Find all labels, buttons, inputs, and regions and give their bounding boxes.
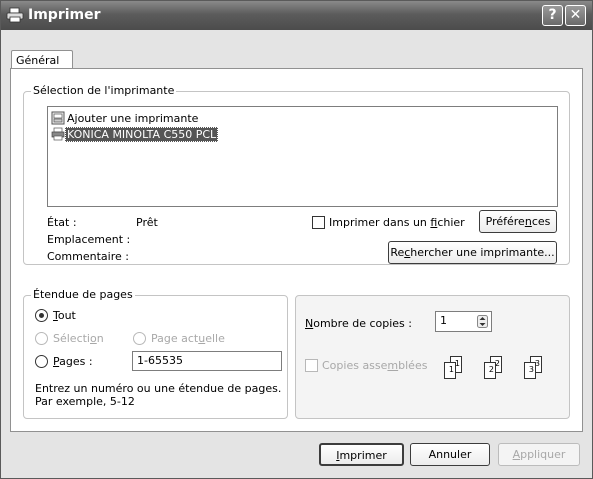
list-item-label: KONICA MINOLTA C550 PCL xyxy=(65,126,219,142)
title-bar[interactable]: Imprimer ? ✕ xyxy=(1,1,592,30)
page-range-hint-line2: Par exemple, 5-12 xyxy=(35,395,135,408)
list-item-label: Ajouter une imprimante xyxy=(67,111,199,125)
print-to-file-checkbox[interactable] xyxy=(312,216,325,229)
find-printer-button[interactable]: Rechercher une imprimante... xyxy=(388,241,557,264)
print-button[interactable]: Imprimer xyxy=(319,443,404,466)
add-printer-icon xyxy=(51,111,65,125)
copies-group: Nombre de copies : 1 Copies assemblées 1… xyxy=(295,295,570,419)
status-label: État : xyxy=(47,216,77,229)
radio-pages-label: Pages : xyxy=(53,355,93,368)
spin-icon[interactable] xyxy=(477,315,488,328)
radio-current-page-label: Page actuelle xyxy=(151,332,225,345)
general-panel: Sélection de l'imprimante Ajouter une im… xyxy=(10,68,583,432)
page-range-hint-line1: Entrez un numéro ou une étendue de pages… xyxy=(35,382,282,395)
apply-button[interactable]: Appliquer xyxy=(498,443,580,466)
print-to-file-label: Imprimer dans un fichier xyxy=(329,216,465,229)
printer-list[interactable]: Ajouter une imprimante KONICA MINOLTA C5… xyxy=(47,106,558,207)
status-value: Prêt xyxy=(136,216,158,229)
page-range-group: Étendue de pages Tout Sélection Page act… xyxy=(23,288,288,419)
close-button[interactable]: ✕ xyxy=(565,5,586,26)
radio-all-label: Tout xyxy=(53,309,76,322)
collate-label: Copies assemblées xyxy=(322,359,428,372)
cancel-button[interactable]: Annuler xyxy=(410,443,490,466)
collate-icon: 1 1 2 2 3 3 xyxy=(444,356,564,386)
printer-selection-group: Sélection de l'imprimante Ajouter une im… xyxy=(23,84,570,265)
collate-sheet-front: 3 xyxy=(524,362,536,379)
location-label: Emplacement : xyxy=(47,233,131,246)
radio-pages[interactable] xyxy=(35,355,48,368)
page-range-title: Étendue de pages xyxy=(31,288,135,301)
radio-current-page[interactable] xyxy=(133,332,146,345)
copies-value: 1 xyxy=(440,314,447,327)
print-dialog: Imprimer ? ✕ Général Sélection de l'impr… xyxy=(0,0,593,479)
help-button[interactable]: ? xyxy=(542,5,563,26)
window-title: Imprimer xyxy=(28,7,101,23)
copies-label: Nombre de copies : xyxy=(305,317,412,330)
radio-selection[interactable] xyxy=(35,332,48,345)
tab-general[interactable]: Général xyxy=(11,50,73,69)
radio-selection-label: Sélection xyxy=(53,332,104,345)
radio-all[interactable] xyxy=(35,309,48,322)
comment-label: Commentaire : xyxy=(47,250,129,263)
preferences-button[interactable]: Préférences xyxy=(479,210,557,233)
copies-stepper[interactable]: 1 xyxy=(435,311,492,332)
list-item[interactable]: KONICA MINOLTA C550 PCL xyxy=(51,126,219,142)
printer-icon xyxy=(6,7,24,23)
printer-icon xyxy=(51,127,65,141)
collate-sheet-front: 2 xyxy=(484,362,496,379)
pages-input[interactable]: 1-65535 xyxy=(132,351,282,371)
list-item[interactable]: Ajouter une imprimante xyxy=(51,110,200,126)
printer-selection-title: Sélection de l'imprimante xyxy=(31,84,177,97)
collate-checkbox[interactable] xyxy=(305,359,318,372)
collate-sheet-front: 1 xyxy=(444,362,456,379)
